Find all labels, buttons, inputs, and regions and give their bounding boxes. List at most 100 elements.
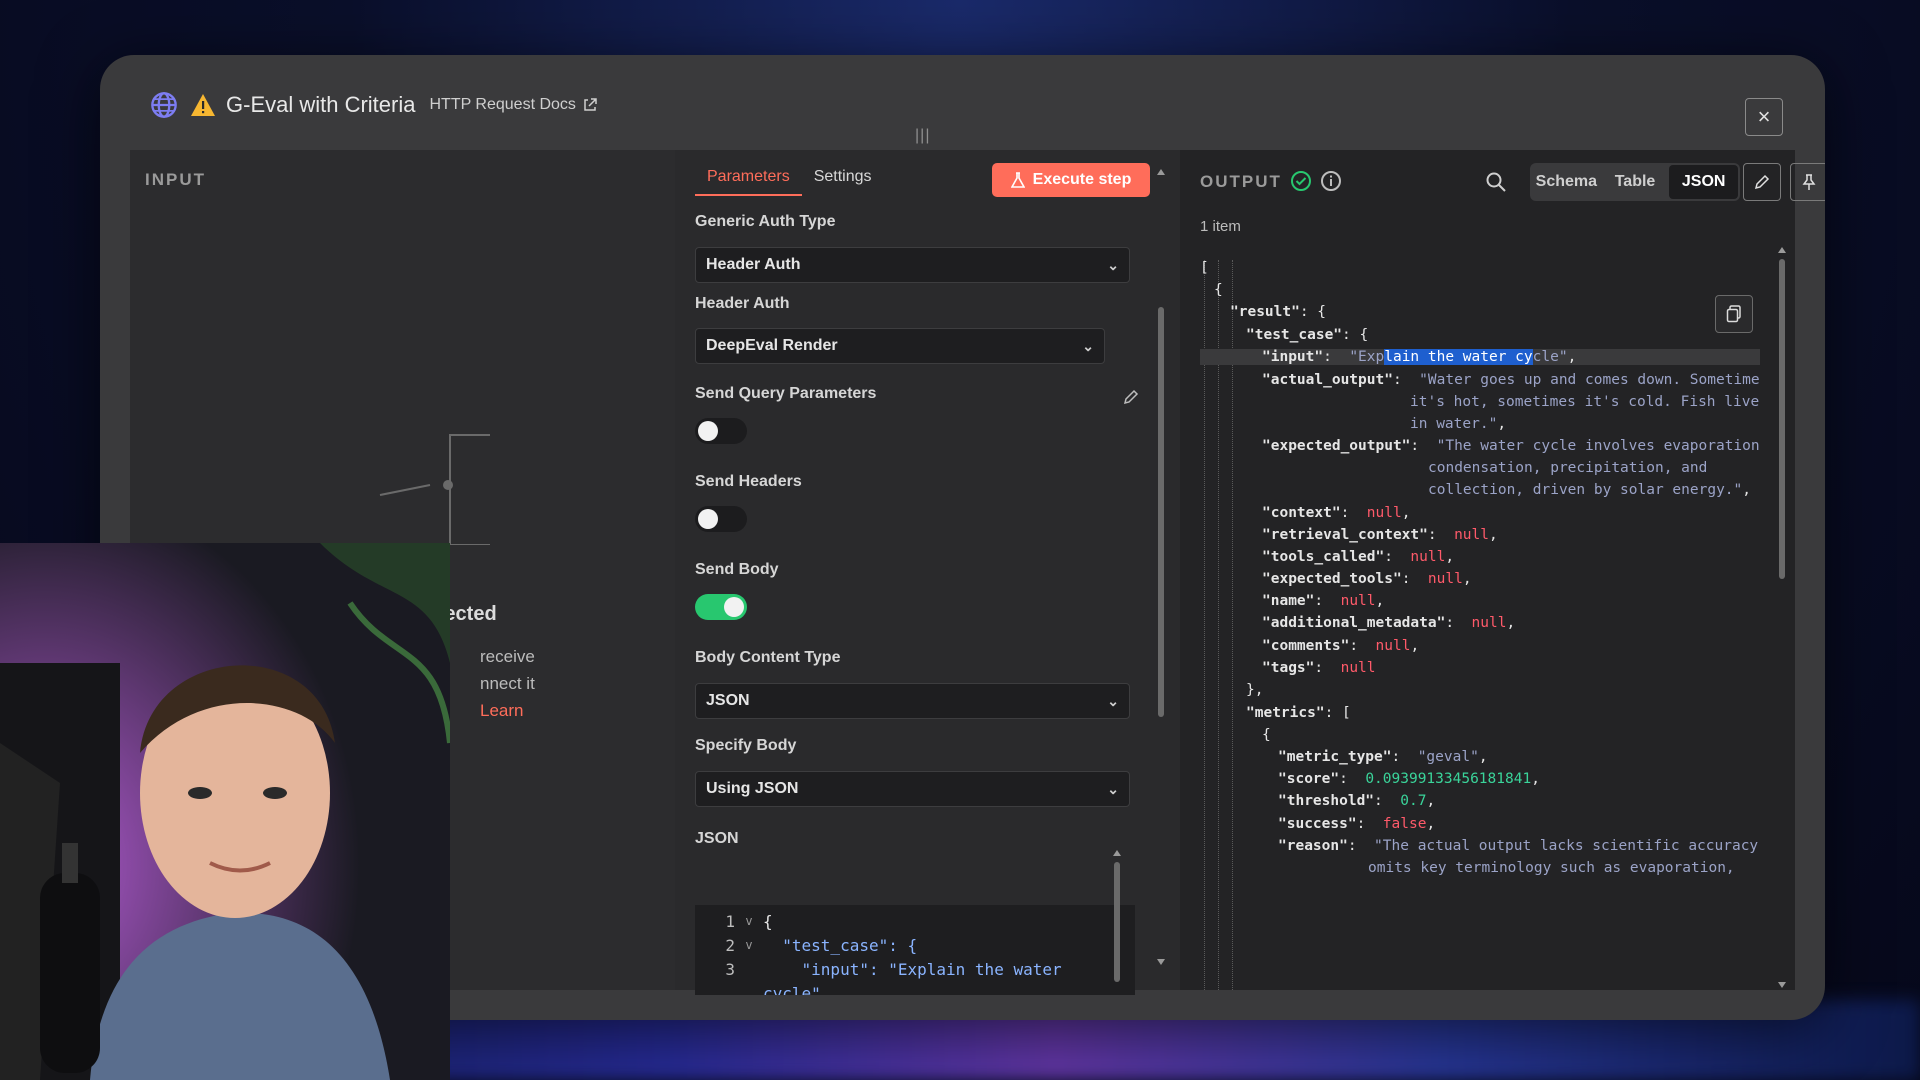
edit-output-button[interactable]	[1743, 163, 1781, 201]
json-line: in water.",	[1410, 416, 1507, 432]
json-key: "additional_metadata"	[1262, 615, 1446, 631]
flask-icon	[1010, 172, 1025, 188]
code-line: 3 "input": "Explain the water	[695, 957, 1061, 981]
json-line: "context": null,	[1262, 505, 1411, 521]
json-line: "test_case": {	[1246, 327, 1369, 343]
json-punct: ,	[1489, 527, 1498, 543]
copy-button[interactable]	[1715, 295, 1753, 333]
send-headers-label: Send Headers	[695, 473, 802, 490]
json-value: condensation, precipitation, and	[1428, 460, 1708, 476]
header-auth-select[interactable]: DeepEval Render ⌄	[695, 328, 1105, 364]
docs-link[interactable]: HTTP Request Docs	[429, 96, 597, 114]
pin-output-button[interactable]	[1790, 163, 1825, 201]
external-link-icon	[584, 98, 597, 111]
info-icon[interactable]	[1320, 170, 1342, 192]
send-query-toggle[interactable]	[695, 418, 747, 444]
parameters-panel: Parameters Settings Execute step Generic…	[675, 150, 1180, 995]
generic-auth-type-value: Header Auth	[706, 256, 801, 273]
json-null: null	[1340, 660, 1376, 676]
json-key: "expected_output"	[1262, 438, 1411, 454]
close-button[interactable]: ×	[1745, 98, 1783, 136]
json-line: "threshold": 0.7,	[1278, 793, 1436, 809]
drag-handle[interactable]: |||	[915, 127, 930, 145]
line-number: 2	[725, 935, 735, 955]
output-scrollbar[interactable]	[1776, 245, 1788, 990]
json-line: "retrieval_context": null,	[1262, 527, 1498, 543]
json-key: "metrics"	[1246, 705, 1325, 721]
json-key: "reason"	[1278, 838, 1348, 854]
selected-text: lain the water cy	[1384, 349, 1533, 365]
code-scrollbar[interactable]	[1111, 848, 1123, 988]
json-key: "test_case"	[1246, 327, 1343, 343]
json-line: "tools_called": null,	[1262, 549, 1455, 565]
json-line: "expected_tools": null,	[1262, 571, 1472, 587]
code-line: cycle",	[695, 981, 830, 996]
body-content-type-select[interactable]: JSON ⌄	[695, 683, 1130, 719]
code-line: 1 v {	[695, 909, 773, 933]
json-line: "expected_output": "The water cycle invo…	[1262, 438, 1760, 454]
send-query-label: Send Query Parameters	[695, 385, 877, 402]
check-circle-icon	[1291, 171, 1311, 191]
json-null: null	[1375, 638, 1411, 654]
json-line: "reason": "The actual output lacks scien…	[1278, 838, 1760, 854]
specify-body-select[interactable]: Using JSON ⌄	[695, 771, 1130, 807]
json-line: {	[1214, 282, 1223, 298]
json-punct: ,	[1445, 549, 1455, 565]
pencil-icon[interactable]	[1122, 388, 1140, 406]
generic-auth-type-select[interactable]: Header Auth ⌄	[695, 247, 1130, 283]
execute-step-button[interactable]: Execute step	[992, 163, 1150, 197]
json-null: null	[1454, 527, 1489, 543]
webcam-overlay	[0, 543, 450, 1080]
connection-graphic	[379, 434, 490, 545]
tab-parameters[interactable]: Parameters	[695, 150, 802, 196]
json-number: 0.09399133456181841	[1365, 771, 1532, 787]
json-key: "result"	[1230, 304, 1300, 320]
globe-icon	[151, 92, 177, 118]
docs-link-label: HTTP Request Docs	[429, 96, 576, 113]
send-headers-toggle[interactable]	[695, 506, 747, 532]
json-punct: ,	[1401, 505, 1411, 521]
search-icon[interactable]	[1485, 171, 1507, 193]
body-content-type-label: Body Content Type	[695, 649, 841, 666]
json-code-editor[interactable]: 1 v { 2 v "test_case": { 3 "input": "Exp…	[695, 905, 1135, 995]
json-key: "score"	[1278, 771, 1340, 787]
body-content-type-value: JSON	[706, 692, 750, 709]
view-json-button[interactable]: JSON	[1669, 165, 1739, 199]
json-value: "Water goes up and comes down. Sometimes	[1419, 372, 1760, 388]
node-title[interactable]: G-Eval with Criteria	[226, 92, 415, 118]
json-punct: ,	[1375, 593, 1385, 609]
json-label: JSON	[695, 830, 739, 847]
json-line: it's hot, sometimes it's cold. Fish live	[1410, 394, 1759, 410]
json-value: cle"	[1532, 349, 1568, 365]
warning-icon	[191, 94, 215, 116]
json-key: "context"	[1262, 505, 1341, 521]
code-line: 2 v "test_case": {	[695, 933, 917, 957]
learn-more-link[interactable]: Learn	[480, 701, 523, 721]
send-body-label: Send Body	[695, 561, 779, 578]
execute-step-label: Execute step	[1032, 171, 1132, 188]
input-description-line-2: nnect it	[480, 674, 535, 693]
view-schema-button[interactable]: Schema	[1532, 165, 1601, 199]
output-panel-title: OUTPUT	[1200, 172, 1282, 191]
json-line-highlighted: "input": "Explain the water cycle",	[1200, 349, 1760, 365]
code-text: {	[763, 911, 773, 931]
json-key: "actual_output"	[1262, 372, 1393, 388]
output-view-toggle: Schema Table JSON	[1530, 163, 1740, 201]
view-table-button[interactable]: Table	[1601, 165, 1670, 199]
chevron-down-icon: ⌄	[1107, 781, 1119, 797]
json-line: "score": 0.09399133456181841,	[1278, 771, 1540, 787]
json-line: "actual_output": "Water goes up and come…	[1262, 372, 1760, 388]
fold-icon[interactable]: v	[735, 938, 763, 952]
json-output-view[interactable]: [ { "result": { "test_case": { "input": …	[1200, 260, 1760, 990]
tab-settings[interactable]: Settings	[802, 150, 884, 196]
json-key: "metric_type"	[1278, 749, 1392, 765]
json-line: collection, driven by solar energy.",	[1428, 482, 1752, 498]
indent-guide	[1204, 260, 1205, 990]
fold-icon[interactable]: v	[735, 914, 763, 928]
json-value: it's hot, sometimes it's cold. Fish live	[1410, 394, 1760, 410]
send-body-toggle[interactable]	[695, 594, 747, 620]
json-null: null	[1340, 593, 1376, 609]
json-value: "Exp	[1349, 349, 1385, 365]
params-scrollbar[interactable]	[1155, 167, 1167, 967]
presenter-video	[0, 543, 450, 1080]
